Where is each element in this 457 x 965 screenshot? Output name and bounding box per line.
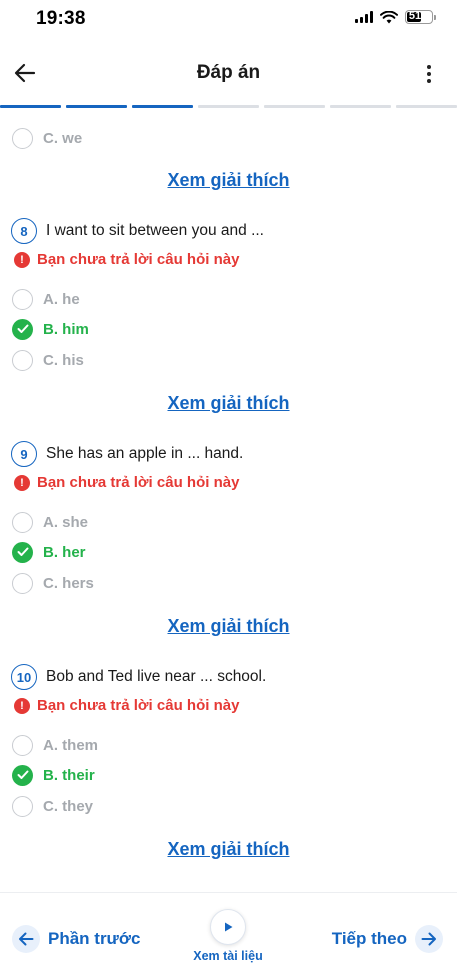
page-title: Đáp án (196, 62, 261, 83)
warning-text: Bạn chưa trả lời câu hỏi này (37, 474, 240, 491)
option-label: B. her (43, 543, 86, 561)
progress-segment (66, 105, 127, 108)
unanswered-warning: ! Bạn chưa trả lời câu hỏi này (14, 697, 239, 714)
radio-empty-icon (12, 795, 33, 817)
warning-text: Bạn chưa trả lời câu hỏi này (37, 697, 240, 714)
more-vertical-icon (427, 65, 431, 69)
option-label: C. his (43, 351, 84, 369)
radio-empty-icon (12, 349, 33, 371)
question-row: 10 Bob and Ted live near ... school. (11, 664, 266, 690)
next-label: Tiếp theo (331, 929, 407, 948)
question-number: 8 (11, 218, 37, 244)
alert-icon: ! (14, 251, 30, 268)
more-options-button[interactable] (419, 60, 439, 88)
status-bar: 19:38 51 (0, 0, 457, 44)
option-row[interactable]: C. we (12, 127, 82, 149)
previous-section-button[interactable]: Phần trước (12, 925, 140, 953)
view-document-label: Xem tài liệu (193, 949, 263, 963)
option-row-correct[interactable]: B. their (12, 764, 95, 786)
progress-indicator (0, 105, 457, 109)
option-row[interactable]: A. she (12, 511, 88, 533)
radio-empty-icon (12, 288, 33, 310)
battery-icon: 51 (405, 10, 436, 24)
question-number: 10 (11, 664, 37, 690)
status-time: 19:38 (36, 8, 86, 29)
unanswered-warning: ! Bạn chưa trả lời câu hỏi này (14, 251, 239, 268)
check-circle-icon (12, 764, 33, 786)
option-row-correct[interactable]: B. her (12, 541, 86, 563)
radio-empty-icon (12, 734, 33, 756)
next-button[interactable]: Tiếp theo (332, 925, 443, 953)
option-label: A. he (43, 290, 80, 308)
radio-empty-icon (12, 511, 33, 533)
option-label: A. she (43, 513, 89, 531)
option-label: A. them (43, 736, 99, 754)
question-number: 9 (11, 441, 37, 467)
arrow-left-icon (12, 925, 40, 953)
question-row: 9 She has an apple in ... hand. (11, 441, 243, 467)
play-icon (210, 909, 246, 945)
progress-segment (0, 105, 61, 108)
check-circle-icon (12, 318, 33, 340)
option-label: B. him (43, 320, 89, 338)
alert-icon: ! (14, 474, 30, 491)
option-row[interactable]: A. them (12, 734, 98, 756)
explain-link[interactable]: Xem giải thích (0, 170, 457, 191)
option-row[interactable]: C. they (12, 795, 93, 817)
option-row[interactable]: A. he (12, 288, 80, 310)
option-label: C. they (43, 797, 94, 815)
progress-segment (330, 105, 391, 108)
question-text: Bob and Ted live near ... school. (46, 668, 267, 685)
explain-link[interactable]: Xem giải thích (0, 839, 457, 860)
battery-level: 51 (408, 10, 422, 22)
warning-text: Bạn chưa trả lời câu hỏi này (37, 251, 240, 268)
unanswered-warning: ! Bạn chưa trả lời câu hỏi này (14, 474, 239, 491)
radio-empty-icon (12, 127, 33, 149)
question-row: 8 I want to sit between you and ... (11, 218, 264, 244)
alert-icon: ! (14, 697, 30, 714)
signal-icon (355, 11, 373, 23)
check-circle-icon (12, 541, 33, 563)
bottom-nav: Phần trước Xem tài liệu Tiếp theo (0, 892, 457, 965)
radio-empty-icon (12, 572, 33, 594)
arrow-right-icon (415, 925, 443, 953)
option-label: B. their (43, 766, 95, 784)
option-row-correct[interactable]: B. him (12, 318, 89, 340)
option-label: C. we (43, 129, 83, 147)
option-row[interactable]: C. hers (12, 572, 94, 594)
explain-link[interactable]: Xem giải thích (0, 393, 457, 414)
option-label: C. hers (43, 574, 94, 592)
question-text: She has an apple in ... hand. (46, 445, 244, 462)
app-header: Đáp án (0, 44, 457, 100)
progress-segment (396, 105, 457, 108)
status-icons: 51 (355, 10, 436, 24)
progress-segment (198, 105, 259, 108)
option-row[interactable]: C. his (12, 349, 84, 371)
wifi-icon (380, 10, 398, 23)
progress-segment (264, 105, 325, 108)
view-document-button[interactable]: Xem tài liệu (190, 909, 266, 963)
explain-link[interactable]: Xem giải thích (0, 616, 457, 637)
question-text: I want to sit between you and ... (46, 222, 264, 239)
progress-segment (132, 105, 193, 108)
previous-label: Phần trước (48, 929, 141, 948)
